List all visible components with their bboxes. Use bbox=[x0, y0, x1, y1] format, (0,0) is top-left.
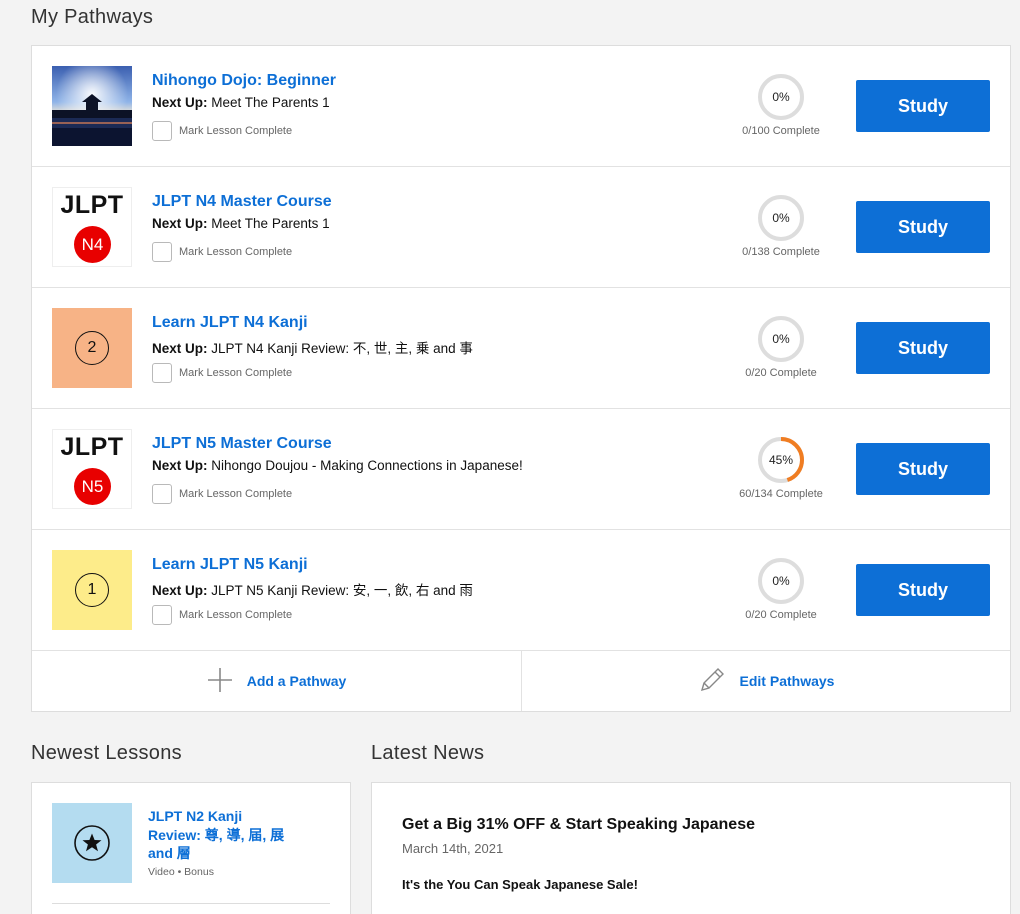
next-up-label: Next Up: bbox=[152, 95, 208, 110]
jlpt-logo: JLPT N4 bbox=[52, 187, 132, 267]
progress-count: 0/20 Complete bbox=[745, 609, 817, 621]
n5-kanji-tile: 1 bbox=[52, 550, 132, 630]
add-pathway-button[interactable]: Add a Pathway bbox=[32, 651, 521, 711]
pathway-thumbnail[interactable]: 2 bbox=[52, 308, 132, 388]
progress-indicator: 0% 0/20 Complete bbox=[730, 556, 832, 626]
jlpt-logo-text: JLPT bbox=[60, 191, 124, 219]
next-up-text: Next Up: Meet The Parents 1 bbox=[152, 216, 330, 231]
next-up-label: Next Up: bbox=[152, 583, 208, 598]
progress-count: 60/134 Complete bbox=[739, 488, 823, 500]
next-up-lesson[interactable]: Meet The Parents 1 bbox=[211, 216, 329, 231]
pathway-thumbnail[interactable] bbox=[52, 66, 132, 146]
study-button[interactable]: Study bbox=[856, 322, 990, 374]
lesson-thumbnail[interactable] bbox=[52, 803, 132, 883]
progress-indicator: 45% 60/134 Complete bbox=[730, 435, 832, 505]
news-headline-link[interactable]: Get a Big 31% OFF & Start Speaking Japan… bbox=[402, 816, 755, 834]
next-up-text: Next Up: Meet The Parents 1 bbox=[152, 95, 330, 110]
study-button[interactable]: Study bbox=[856, 443, 990, 495]
next-up-text: Next Up: Nihongo Doujou - Making Connect… bbox=[152, 458, 523, 473]
next-up-label: Next Up: bbox=[152, 216, 208, 231]
jlpt-logo-text: JLPT bbox=[60, 433, 124, 461]
level-number-badge: 2 bbox=[75, 331, 109, 365]
next-up-label: Next Up: bbox=[152, 341, 208, 356]
pathway-title-link[interactable]: Learn JLPT N4 Kanji bbox=[152, 314, 308, 332]
mark-complete-label[interactable]: Mark Lesson Complete bbox=[179, 609, 292, 621]
pathway-title-link[interactable]: JLPT N4 Master Course bbox=[152, 193, 332, 211]
mark-complete[interactable]: Mark Lesson Complete bbox=[152, 121, 292, 141]
next-up-text: Next Up: JLPT N5 Kanji Review: 安, 一, 飲, … bbox=[152, 579, 473, 599]
pathway-title-link[interactable]: Learn JLPT N5 Kanji bbox=[152, 556, 308, 574]
next-up-lesson[interactable]: JLPT N5 Kanji Review: 安, 一, 飲, 右 and 雨 bbox=[211, 583, 473, 598]
next-up-lesson[interactable]: Nihongo Doujou - Making Connections in J… bbox=[211, 458, 522, 473]
star-icon bbox=[74, 825, 110, 861]
progress-indicator: 0% 0/20 Complete bbox=[730, 314, 832, 384]
news-summary: It's the You Can Speak Japanese Sale! bbox=[402, 877, 638, 892]
pathway-row: JLPT N4 JLPT N4 Master Course Next Up: M… bbox=[32, 167, 1010, 288]
newest-lessons-heading: Newest Lessons bbox=[31, 742, 182, 764]
lesson-meta: Video • Bonus bbox=[148, 866, 214, 878]
mark-complete-checkbox[interactable] bbox=[152, 605, 172, 625]
mark-complete[interactable]: Mark Lesson Complete bbox=[152, 605, 292, 625]
mark-complete-label[interactable]: Mark Lesson Complete bbox=[179, 125, 292, 137]
progress-percent: 0% bbox=[772, 90, 790, 104]
pathway-thumbnail[interactable]: JLPT N4 bbox=[52, 187, 132, 267]
level-number-badge: 1 bbox=[75, 573, 109, 607]
newest-lessons-panel: JLPT N2 Kanji Review: 尊, 導, 届, 展 and 層 V… bbox=[31, 782, 351, 914]
jlpt-level-badge: N4 bbox=[74, 226, 111, 263]
pathway-row: 2 Learn JLPT N4 Kanji Next Up: JLPT N4 K… bbox=[32, 288, 1010, 409]
pathway-actions: Add a Pathway Edit Pathways bbox=[32, 651, 1010, 711]
study-button[interactable]: Study bbox=[856, 80, 990, 132]
mark-complete-checkbox[interactable] bbox=[152, 242, 172, 262]
study-button[interactable]: Study bbox=[856, 564, 990, 616]
pathway-thumbnail[interactable]: 1 bbox=[52, 550, 132, 630]
mark-complete-checkbox[interactable] bbox=[152, 121, 172, 141]
n4-kanji-tile: 2 bbox=[52, 308, 132, 388]
add-pathway-label[interactable]: Add a Pathway bbox=[247, 673, 347, 689]
mark-complete[interactable]: Mark Lesson Complete bbox=[152, 484, 292, 504]
edit-pathways-label[interactable]: Edit Pathways bbox=[740, 673, 835, 689]
pathway-row: Nihongo Dojo: Beginner Next Up: Meet The… bbox=[32, 46, 1010, 167]
next-up-lesson[interactable]: Meet The Parents 1 bbox=[211, 95, 329, 110]
mark-complete-label[interactable]: Mark Lesson Complete bbox=[179, 367, 292, 379]
next-up-label: Next Up: bbox=[152, 458, 208, 473]
edit-pathways-button[interactable]: Edit Pathways bbox=[521, 651, 1010, 711]
mark-complete-label[interactable]: Mark Lesson Complete bbox=[179, 246, 292, 258]
pagoda-photo-icon bbox=[52, 66, 132, 146]
jlpt-logo: JLPT N5 bbox=[52, 429, 132, 509]
jlpt-level-badge: N5 bbox=[74, 468, 111, 505]
progress-percent: 45% bbox=[768, 453, 794, 467]
mark-complete-checkbox[interactable] bbox=[152, 484, 172, 504]
pathway-row: JLPT N5 JLPT N5 Master Course Next Up: N… bbox=[32, 409, 1010, 530]
pathways-panel: Nihongo Dojo: Beginner Next Up: Meet The… bbox=[31, 45, 1011, 712]
mark-complete[interactable]: Mark Lesson Complete bbox=[152, 363, 292, 383]
lesson-title-link[interactable]: JLPT N2 Kanji Review: 尊, 導, 届, 展 and 層 bbox=[148, 807, 298, 863]
pathway-row: 1 Learn JLPT N5 Kanji Next Up: JLPT N5 K… bbox=[32, 530, 1010, 651]
next-up-text: Next Up: JLPT N4 Kanji Review: 不, 世, 主, … bbox=[152, 337, 473, 357]
mark-complete-label[interactable]: Mark Lesson Complete bbox=[179, 488, 292, 500]
study-button[interactable]: Study bbox=[856, 201, 990, 253]
progress-count: 0/138 Complete bbox=[742, 246, 820, 258]
latest-news-panel: Get a Big 31% OFF & Start Speaking Japan… bbox=[371, 782, 1011, 914]
pencil-icon bbox=[698, 666, 726, 697]
plus-icon bbox=[207, 667, 233, 696]
news-date: March 14th, 2021 bbox=[402, 841, 504, 856]
pathway-thumbnail[interactable]: JLPT N5 bbox=[52, 429, 132, 509]
my-pathways-heading: My Pathways bbox=[31, 6, 154, 28]
progress-count: 0/100 Complete bbox=[742, 125, 820, 137]
divider bbox=[52, 903, 330, 904]
progress-percent: 0% bbox=[772, 574, 790, 588]
mark-complete-checkbox[interactable] bbox=[152, 363, 172, 383]
mark-complete[interactable]: Mark Lesson Complete bbox=[152, 242, 292, 262]
pathway-title-link[interactable]: Nihongo Dojo: Beginner bbox=[152, 72, 336, 90]
pathway-title-link[interactable]: JLPT N5 Master Course bbox=[152, 435, 332, 453]
latest-news-heading: Latest News bbox=[371, 742, 485, 764]
next-up-lesson[interactable]: JLPT N4 Kanji Review: 不, 世, 主, 乗 and 事 bbox=[211, 341, 473, 356]
progress-indicator: 0% 0/138 Complete bbox=[730, 193, 832, 263]
progress-percent: 0% bbox=[772, 332, 790, 346]
progress-count: 0/20 Complete bbox=[745, 367, 817, 379]
progress-percent: 0% bbox=[772, 211, 790, 225]
progress-indicator: 0% 0/100 Complete bbox=[730, 72, 832, 142]
